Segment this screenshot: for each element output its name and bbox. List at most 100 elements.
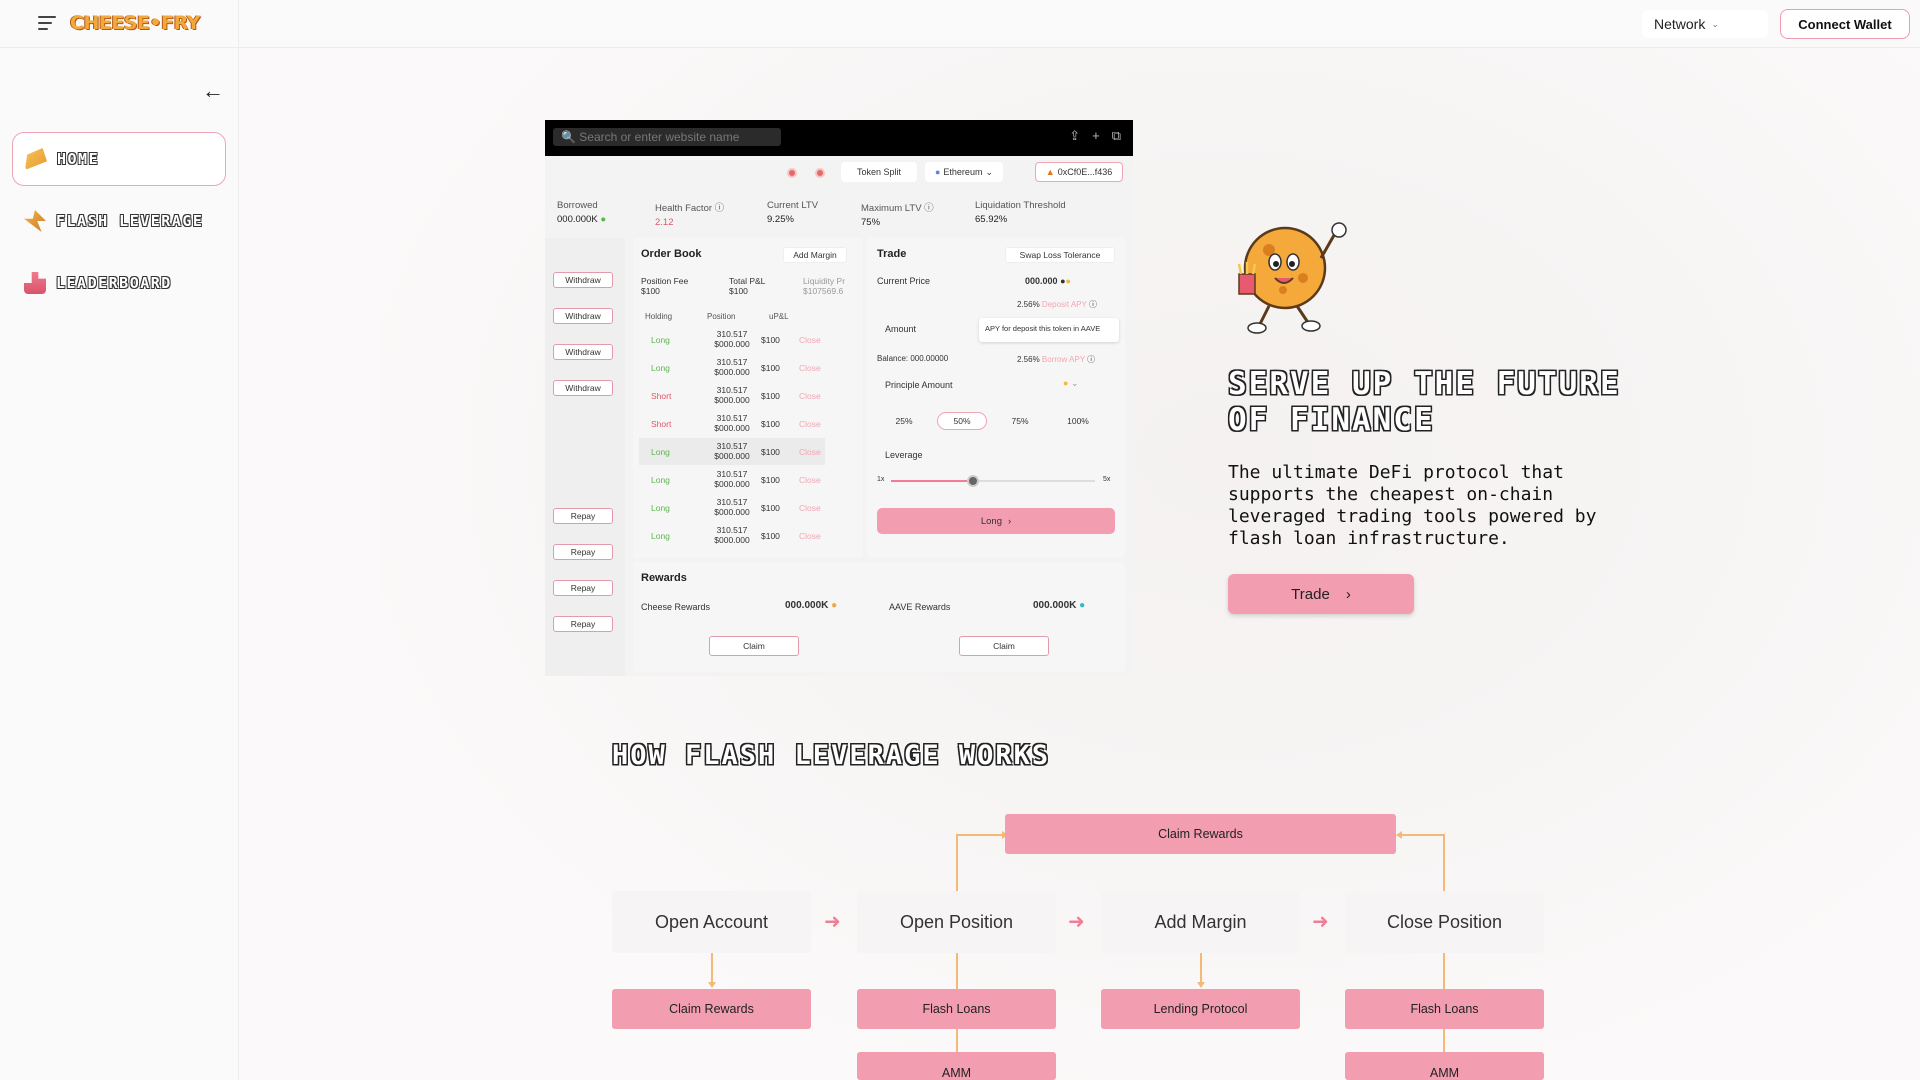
current-price-label: Current Price xyxy=(877,276,931,286)
stat-value: 65.92% xyxy=(975,214,1008,225)
add-margin-button: Add Margin xyxy=(783,247,847,263)
hero-subtitle: The ultimate DeFi protocol that supports… xyxy=(1228,462,1597,549)
header-divider xyxy=(238,0,239,48)
stat-label: Health Factor ⓘ xyxy=(655,203,725,214)
column-header: uP&L xyxy=(769,312,789,321)
preview-browser-icons: ⇪ + ⧉ xyxy=(1069,128,1121,144)
close-action: Close xyxy=(799,391,821,401)
step-open-position: Open Position xyxy=(857,891,1056,953)
position-amount: 310.517 $000.000 xyxy=(714,497,750,517)
stat-value: 9.25% xyxy=(767,214,794,225)
share-icon: ⇪ xyxy=(1069,128,1081,143)
position-fee: Position Fee $100 xyxy=(641,276,688,296)
sub-box-flash-loans: Flash Loans xyxy=(1345,989,1544,1029)
rewards-title: Rewards xyxy=(641,572,687,584)
connector-line xyxy=(956,834,1004,836)
liquidity: Liquidity Pr $107569.6 xyxy=(803,276,859,296)
holding-side: Long xyxy=(651,475,670,485)
withdraw-button: Withdraw xyxy=(553,308,613,324)
logo[interactable]: CHEESE•FRY xyxy=(70,12,200,34)
sidebar: ← HOME FLASH LEVERAGE LEADERBOARD xyxy=(0,48,239,1080)
current-price-value: 000.000 ●● xyxy=(1025,276,1071,286)
holding-side: Short xyxy=(651,419,672,429)
close-action: Close xyxy=(799,447,821,457)
token-icon: ● ⌄ xyxy=(1063,378,1079,388)
sub-box-amm: AMM xyxy=(857,1052,1056,1080)
sub-box-lending-protocol: Lending Protocol xyxy=(1101,989,1300,1029)
chevron-right-icon: › xyxy=(1007,515,1012,527)
aave-token-icon: ● xyxy=(1079,600,1086,611)
info-icon: ⓘ xyxy=(924,203,934,214)
stat-label: Liquidation Threshold xyxy=(975,200,1066,211)
rewards-panel: Rewards Cheese Rewards 000.000K ● AAVE R… xyxy=(633,562,1125,672)
network-dropdown[interactable]: Network ⌄ xyxy=(1642,10,1768,38)
preview-token-split: Token Split xyxy=(841,162,917,182)
leverage-knob xyxy=(966,475,979,487)
upl-value: $100 xyxy=(761,363,780,373)
preview-address-label: 0xCf0E...f436 xyxy=(1057,167,1113,177)
withdraw-button: Withdraw xyxy=(553,344,613,360)
trade-button[interactable]: Trade › xyxy=(1228,574,1414,614)
holding-side: Short xyxy=(651,391,672,401)
stat-value: 75% xyxy=(861,217,881,228)
position-amount: 310.517 $000.000 xyxy=(714,413,750,433)
apy-tooltip: APY for deposit this token in AAVE xyxy=(979,318,1119,342)
hero-title: SERVE UP THE FUTURE OF FINANCE xyxy=(1228,366,1621,438)
flash-icon xyxy=(24,210,46,232)
info-icon: ⓘ xyxy=(714,203,725,214)
total-pl-label: Total P&L xyxy=(729,276,766,286)
close-action: Close xyxy=(799,503,821,513)
token-icon: ● xyxy=(1065,276,1071,286)
close-action: Close xyxy=(799,531,821,541)
info-icon: ⓘ xyxy=(1088,300,1097,309)
preview-network: ● Ethereum ⌄ xyxy=(925,162,1003,182)
column-header: Holding xyxy=(645,312,673,321)
borrow-apy: 2.56% Borrow APY ⓘ xyxy=(1017,355,1096,364)
stat-health-factor: Health Factor ⓘ 2.12 xyxy=(655,200,724,228)
info-icon: ⓘ xyxy=(1087,355,1096,364)
repay-button: Repay xyxy=(553,508,613,524)
position-amount: 310.517 $000.000 xyxy=(714,357,750,377)
sidebar-item-label: LEADERBOARD xyxy=(56,274,172,292)
network-label: Network xyxy=(1654,16,1706,32)
stat-borrowed: Borrowed 000.000K ● xyxy=(557,200,606,225)
status-dot-icon xyxy=(815,168,825,178)
fox-icon: ▲ xyxy=(1045,167,1055,177)
arrow-right-icon: ➜ xyxy=(824,911,841,933)
percent-option: 100% xyxy=(1067,416,1089,426)
upl-value: $100 xyxy=(761,447,780,457)
upl-value: $100 xyxy=(761,391,780,401)
connector-line xyxy=(956,834,958,892)
claim-button: Claim xyxy=(709,636,799,656)
preview-search: 🔍 Search or enter website name xyxy=(553,128,781,146)
sidebar-item-leaderboard[interactable]: LEADERBOARD xyxy=(12,256,226,310)
menu-icon[interactable] xyxy=(38,16,58,32)
connect-wallet-button[interactable]: Connect Wallet xyxy=(1780,9,1910,39)
repay-button: Repay xyxy=(553,616,613,632)
back-arrow-icon[interactable]: ← xyxy=(202,78,224,104)
connector-arrowhead xyxy=(1396,831,1402,839)
position-fee-label: Position Fee xyxy=(641,276,689,286)
repay-button: Repay xyxy=(553,580,613,596)
chevron-down-icon: ⌄ xyxy=(985,166,993,177)
sub-box-flash-loans: Flash Loans xyxy=(857,989,1056,1029)
connector-arrowhead xyxy=(1197,982,1205,988)
connector-line xyxy=(1400,834,1445,836)
preview-search-text: Search or enter website name xyxy=(579,130,740,144)
withdraw-button: Withdraw xyxy=(553,272,613,288)
long-button: Long › xyxy=(877,508,1115,534)
position-amount: 310.517 $000.000 xyxy=(714,525,750,545)
sidebar-item-home[interactable]: HOME xyxy=(12,132,226,186)
upl-value: $100 xyxy=(761,503,780,513)
cheese-icon xyxy=(25,148,47,170)
cheese-token-icon: ● xyxy=(831,600,838,611)
stat-label: Borrowed xyxy=(557,200,598,211)
status-dot-icon xyxy=(787,168,797,178)
coin-icon: ● xyxy=(600,214,607,225)
step-open-account: Open Account xyxy=(612,891,811,953)
leverage-label: Leverage xyxy=(885,450,923,460)
sidebar-item-flash-leverage[interactable]: FLASH LEVERAGE xyxy=(12,194,226,248)
repay-button: Repay xyxy=(553,544,613,560)
percent-option: 25% xyxy=(895,416,913,426)
cheese-rewards-value: 000.000K ● xyxy=(785,600,838,611)
